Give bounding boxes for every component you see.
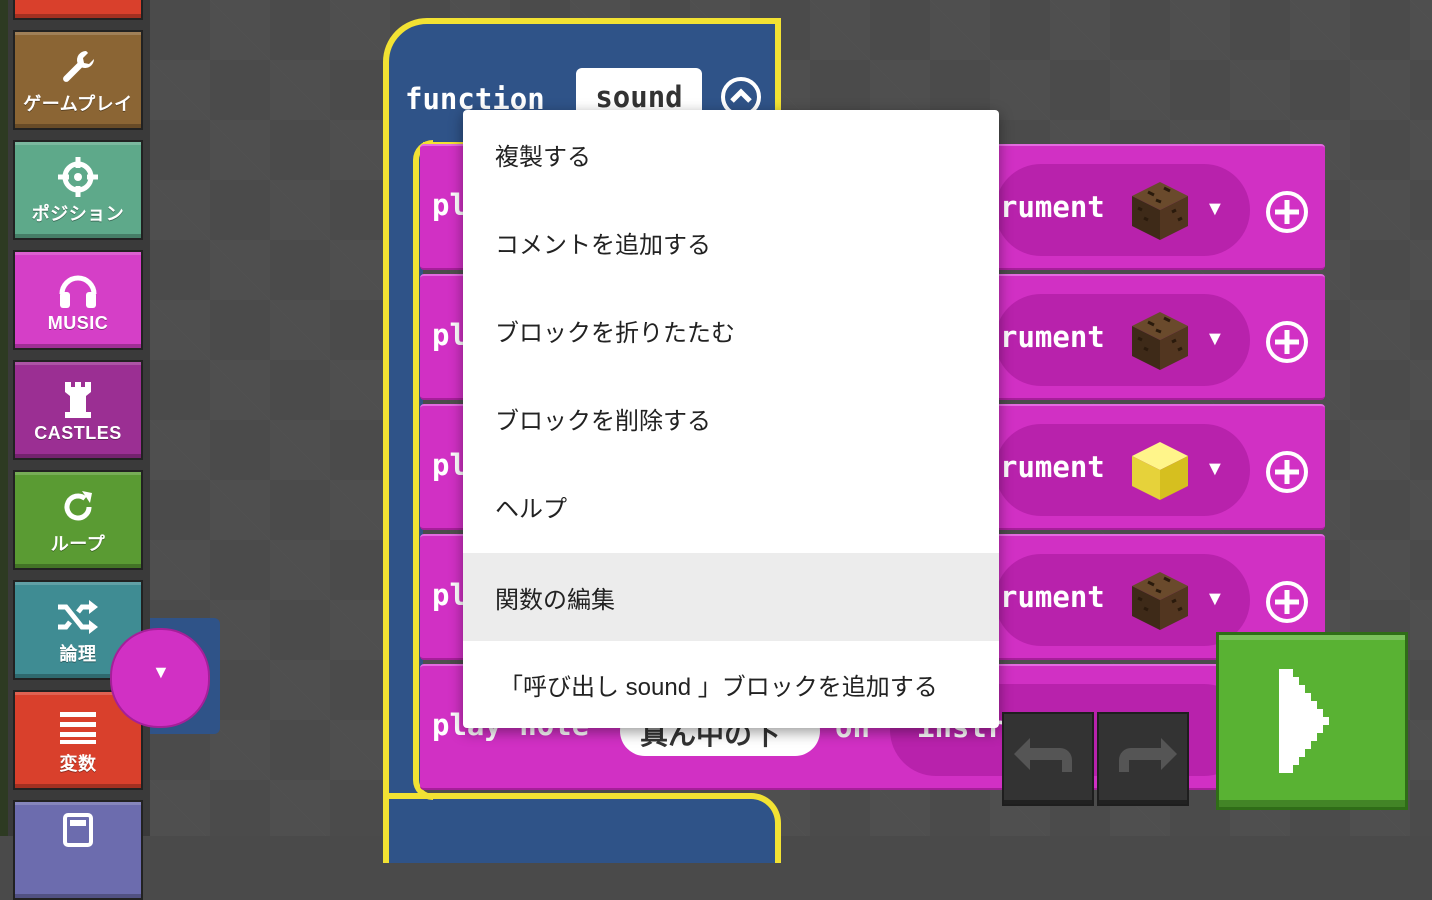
instrument-label: rument <box>1000 320 1105 354</box>
menu-item-duplicate[interactable]: 複製する <box>463 110 999 198</box>
play-label: pl <box>432 188 467 222</box>
redo-button[interactable] <box>1097 712 1189 806</box>
category-label: CASTLES <box>34 422 122 443</box>
headphones-icon <box>57 267 99 313</box>
chevron-down-icon[interactable]: ▼ <box>1205 328 1225 351</box>
chevron-down-icon: ▼ <box>152 662 170 682</box>
category-math-partial[interactable] <box>13 800 143 900</box>
category-loops[interactable]: ループ <box>13 470 143 570</box>
category-gameplay[interactable]: ゲームプレイ <box>13 30 143 130</box>
dirt-block-icon <box>1128 568 1192 632</box>
play-icon <box>1279 669 1329 773</box>
run-button[interactable] <box>1216 632 1408 810</box>
category-top-partial[interactable] <box>13 0 143 20</box>
dirt-block-icon <box>1128 308 1192 372</box>
undo-button[interactable] <box>1002 712 1094 806</box>
function-footer <box>383 793 781 863</box>
undo-icon <box>1014 738 1072 772</box>
toolbox-edge <box>0 0 8 836</box>
category-label: ポジション <box>31 204 125 224</box>
plus-circle-icon[interactable] <box>1265 450 1309 494</box>
category-label: 変数 <box>59 754 97 774</box>
instrument-label: rument <box>1000 450 1105 484</box>
chevron-down-icon[interactable]: ▼ <box>1205 588 1225 611</box>
category-label: ループ <box>50 534 106 554</box>
list-icon <box>58 704 98 750</box>
chevron-down-icon[interactable]: ▼ <box>1205 458 1225 481</box>
calculator-icon <box>63 807 93 853</box>
dirt-block-icon <box>1128 178 1192 242</box>
category-label: MUSIC <box>47 312 109 333</box>
play-label: pl <box>432 318 467 352</box>
menu-item-help[interactable]: ヘルプ <box>463 462 999 550</box>
plus-circle-icon[interactable] <box>1265 320 1309 364</box>
crosshair-icon <box>57 154 99 200</box>
category-label: 論理 <box>59 644 97 664</box>
menu-item-collapse-block[interactable]: ブロックを折りたたむ <box>463 286 999 374</box>
shuffle-icon <box>56 594 100 640</box>
category-music[interactable]: MUSIC <box>13 250 143 350</box>
loop-arrow-icon <box>58 484 98 530</box>
menu-item-edit-function[interactable]: 関数の編集 <box>463 553 999 641</box>
plus-circle-icon[interactable] <box>1265 190 1309 234</box>
play-label: pl <box>432 578 467 612</box>
menu-item-delete-block[interactable]: ブロックを削除する <box>463 374 999 462</box>
castle-tower-icon <box>61 377 95 423</box>
context-menu: 複製する コメントを追加する ブロックを折りたたむ ブロックを削除する ヘルプ … <box>463 110 999 728</box>
category-position[interactable]: ポジション <box>13 140 143 240</box>
play-label: pl <box>432 448 467 482</box>
menu-item-add-call-block[interactable]: 「呼び出し sound 」ブロックを追加する <box>463 640 999 728</box>
category-label: ゲームプレイ <box>23 94 133 114</box>
instrument-label: rument <box>1000 190 1105 224</box>
gold-block-icon <box>1128 438 1192 502</box>
chevron-down-icon[interactable]: ▼ <box>1205 198 1225 221</box>
menu-item-add-comment[interactable]: コメントを追加する <box>463 198 999 286</box>
redo-icon <box>1119 738 1177 772</box>
detached-block[interactable]: ▼ <box>110 618 220 734</box>
plus-circle-icon[interactable] <box>1265 580 1309 624</box>
category-castles[interactable]: CASTLES <box>13 360 143 460</box>
instrument-label: rument <box>1000 580 1105 614</box>
wrench-icon <box>58 44 98 90</box>
